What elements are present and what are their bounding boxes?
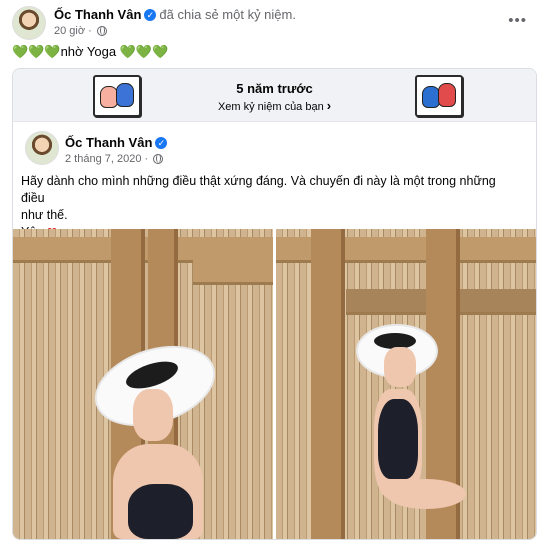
view-memories-label: Xem kỷ niệm của bạn — [217, 101, 324, 113]
verified-badge-icon: ✓ — [155, 137, 168, 149]
author-avatar[interactable] — [12, 6, 46, 40]
original-post-header: Ốc Thanh Vân ✓ 2 tháng 7, 2020 · — [25, 131, 505, 165]
original-author-name[interactable]: Ốc Thanh Vân — [65, 135, 152, 150]
green-hearts-left: 💚💚💚 — [12, 44, 61, 59]
post-time[interactable]: 20 giờ — [54, 25, 85, 37]
author-name[interactable]: Ốc Thanh Vân — [54, 7, 141, 22]
post-header: Ốc Thanh Vân ✓ đã chia sẻ một kỷ niệm. 20 … — [10, 4, 529, 40]
green-hearts-right: 💚💚💚 — [119, 44, 169, 59]
memory-banner: 5 năm trước Xem kỷ niệm của bạn › — [13, 69, 536, 122]
post-text-line: Hãy dành cho mình những điều thật xứng đ… — [21, 174, 496, 205]
caption-text: nhờ Yoga — [60, 44, 117, 59]
more-options-button[interactable]: ••• — [508, 12, 527, 29]
globe-icon[interactable] — [96, 26, 107, 36]
memory-card[interactable]: 5 năm trước Xem kỷ niệm của bạn › Ốc Than… — [12, 68, 537, 540]
original-author-avatar[interactable] — [25, 131, 59, 165]
post-action-text: đã chia sẻ một kỷ niệm. — [159, 7, 296, 22]
verified-badge-icon: ✓ — [144, 9, 157, 21]
friends-illustration-icon — [415, 75, 463, 117]
post-text-line: như thế. — [21, 208, 68, 222]
post-author-line: Ốc Thanh Vân ✓ đã chia sẻ một kỷ niệm. — [54, 7, 296, 22]
original-post-date[interactable]: 2 tháng 7, 2020 — [65, 153, 141, 165]
photo-woman-in-sunhat-left[interactable] — [13, 229, 273, 539]
post-meta: 20 giờ · — [54, 25, 107, 37]
original-author-line: Ốc Thanh Vân ✓ — [65, 135, 170, 150]
globe-icon[interactable] — [153, 154, 164, 164]
post-caption: 💚💚💚nhờ Yoga 💚💚💚 — [12, 44, 168, 60]
chevron-right-icon: › — [326, 98, 332, 113]
photo-grid — [13, 229, 536, 539]
photo-woman-in-sunhat-right[interactable] — [276, 229, 536, 539]
original-post-meta: 2 tháng 7, 2020 · — [65, 153, 164, 165]
